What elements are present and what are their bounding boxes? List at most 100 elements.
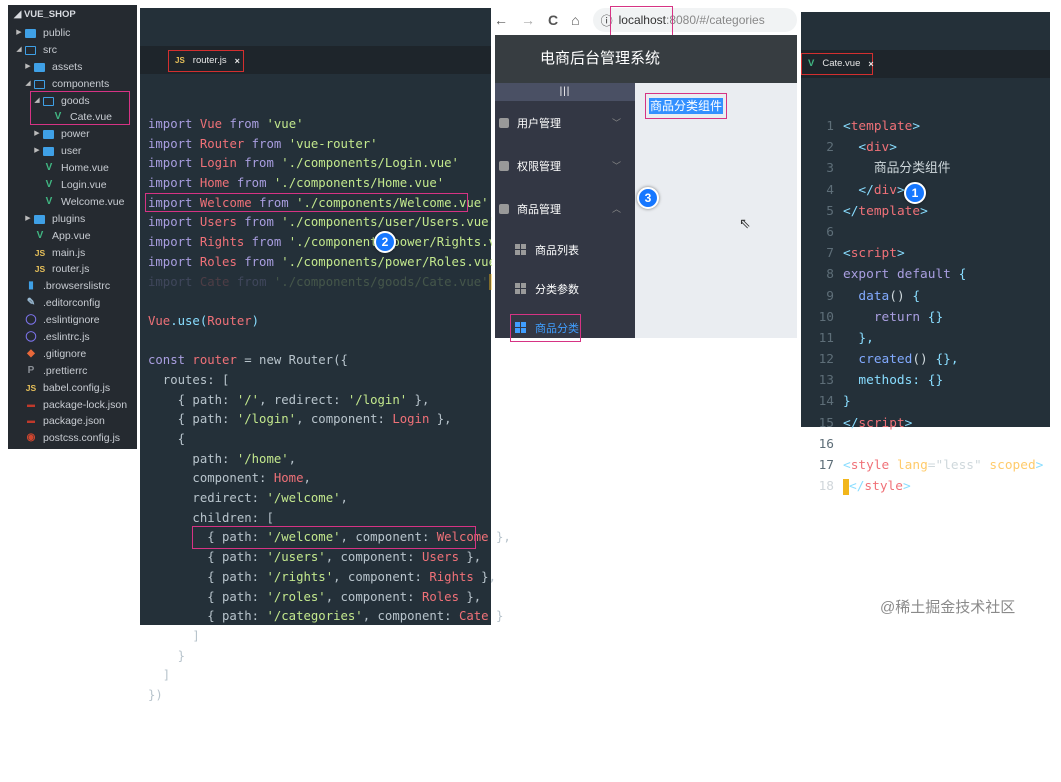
tab-router-js[interactable]: JS router.js × bbox=[168, 50, 244, 72]
sidebar: ||| 用户管理 ﹀ 权限管理 ﹀ 商品管理 ︿ 商品列表 分类参数 商品分类 bbox=[495, 83, 635, 342]
line-number: 2 bbox=[826, 140, 834, 156]
code-area[interactable]: 1 <template> 2 <div> 3 商品分类组件 4 </div> 5 </tem… bbox=[801, 116, 1050, 497]
code-token: Login bbox=[199, 156, 245, 171]
code-token: div bbox=[873, 182, 897, 198]
tree-item-assets[interactable]: ▶ assets bbox=[8, 59, 137, 76]
tree-item-plugins[interactable]: ▶ plugins bbox=[8, 211, 137, 228]
file-explorer: ◢ VUE_SHOP ▶ public ◢ src ▶ assets ◢ components… bbox=[8, 5, 137, 449]
code-token: '/categories' bbox=[266, 609, 363, 624]
tree-item-label: plugins bbox=[52, 212, 86, 225]
code-line: 1 <template> bbox=[801, 116, 1050, 137]
tree-item-eslintrc-js[interactable]: ◯ .eslintrc.js bbox=[8, 329, 137, 346]
code-token: < bbox=[843, 119, 851, 134]
tree-item-label: .eslintignore bbox=[43, 314, 100, 327]
menu-item[interactable]: 商品管理 ︿ bbox=[495, 187, 635, 230]
code-line: import Vue from 'vue' bbox=[140, 115, 491, 135]
menu-item[interactable]: 权限管理 ﹀ bbox=[495, 144, 635, 187]
tree-item-src[interactable]: ◢ src bbox=[8, 42, 137, 59]
chevron-icon[interactable]: ▶ bbox=[23, 59, 33, 76]
file-icon: ▮ bbox=[28, 280, 34, 292]
tree-item-package-lock-json[interactable]: ▬ package-lock.json bbox=[8, 397, 137, 414]
forward-icon[interactable]: → bbox=[521, 12, 535, 28]
code-line: 18 </style> bbox=[801, 476, 1050, 497]
chevron-icon[interactable]: ▶ bbox=[32, 126, 42, 143]
sidebar-toggle[interactable]: ||| bbox=[495, 83, 635, 101]
code-line: 17 <style lang="less" scoped> bbox=[801, 455, 1050, 476]
tree-item-editorconfig[interactable]: ✎ .editorconfig bbox=[8, 295, 137, 312]
chevron-icon[interactable]: ▶ bbox=[23, 211, 33, 228]
code-token: { path: bbox=[148, 550, 267, 565]
code-token: < bbox=[843, 458, 851, 473]
code-line: 13 methods: {} bbox=[801, 370, 1050, 391]
line-number: 11 bbox=[818, 330, 834, 346]
submenu-item[interactable]: 分类参数 bbox=[495, 269, 635, 308]
tree-item-user[interactable]: ▶ user bbox=[8, 143, 137, 160]
code-line: path: '/home', bbox=[140, 450, 491, 470]
chevron-icon[interactable]: ▶ bbox=[14, 25, 24, 42]
chevron-icon[interactable]: ▶ bbox=[32, 143, 42, 160]
code-line: 3 商品分类组件 bbox=[801, 158, 1050, 179]
code-token: }, bbox=[458, 550, 482, 565]
code-token: return bbox=[843, 309, 928, 325]
code-token: Cate bbox=[199, 274, 237, 289]
code-token: { bbox=[148, 432, 186, 446]
code-token: = new Router({ bbox=[244, 353, 348, 368]
code-token: './components/Home.vue' bbox=[273, 176, 445, 191]
submenu-item[interactable]: 商品列表 bbox=[495, 230, 635, 269]
code-token: from bbox=[251, 136, 289, 151]
highlight-box-goods bbox=[30, 91, 130, 125]
tree-item-postcss-config-js[interactable]: ◉ postcss.config.js bbox=[8, 430, 137, 447]
line-number: 10 bbox=[818, 309, 834, 325]
submenu-item[interactable]: 商品分类 bbox=[495, 308, 635, 347]
code-token: script bbox=[850, 246, 897, 262]
code-token: { path: bbox=[148, 392, 237, 407]
tree-item-browserslistrc[interactable]: ▮ .browserslistrc bbox=[8, 278, 137, 295]
reload-icon[interactable]: C bbox=[548, 12, 558, 28]
code-token: '/welcome' bbox=[266, 491, 341, 506]
code-token: router bbox=[192, 353, 245, 368]
git-icon: ◆ bbox=[27, 347, 35, 359]
code-line: 7 <script> bbox=[801, 243, 1050, 264]
tree-item-login-vue[interactable]: V Login.vue bbox=[8, 177, 137, 194]
close-icon[interactable]: × bbox=[868, 53, 873, 75]
code-token: created bbox=[843, 352, 913, 368]
menu-item[interactable]: 用户管理 ﹀ bbox=[495, 101, 635, 144]
tree-item-router-js[interactable]: JS router.js bbox=[8, 261, 137, 278]
tree-item-eslintignore[interactable]: ◯ .eslintignore bbox=[8, 312, 137, 329]
code-token: children: [ bbox=[148, 510, 274, 525]
tree-item-app-vue[interactable]: V App.vue bbox=[8, 228, 137, 245]
code-line: 6 bbox=[801, 222, 1050, 243]
line-number: 7 bbox=[826, 246, 834, 262]
tree-item-label: App.vue bbox=[52, 229, 91, 242]
tree-item-public[interactable]: ▶ public bbox=[8, 25, 137, 42]
line-number: 9 bbox=[826, 288, 834, 304]
code-token: routes: [ bbox=[148, 372, 230, 387]
tree-item-package-json[interactable]: ▬ package.json bbox=[8, 413, 137, 430]
tree-item-power[interactable]: ▶ power bbox=[8, 126, 137, 143]
code-token: ] bbox=[148, 628, 200, 643]
eslint-icon: ◯ bbox=[25, 331, 37, 343]
code-token: Router bbox=[207, 313, 252, 328]
code-token: '/rights' bbox=[266, 569, 334, 584]
tree-item-prettierrc[interactable]: P .prettierrc bbox=[8, 363, 137, 380]
home-icon[interactable]: ⌂ bbox=[571, 12, 579, 28]
tree-item-main-js[interactable]: JS main.js bbox=[8, 245, 137, 262]
watermark: @稀土掘金技术社区 bbox=[880, 599, 1016, 616]
code-line: 15 </script> bbox=[801, 413, 1050, 434]
prettier-icon: P bbox=[27, 364, 35, 376]
code-line: 10 return {} bbox=[801, 307, 1050, 328]
tree-item-babel-config-js[interactable]: JS babel.config.js bbox=[8, 380, 137, 397]
code-token: > bbox=[889, 140, 897, 156]
grid-icon bbox=[515, 244, 526, 255]
chevron-icon[interactable]: ◢ bbox=[14, 42, 24, 59]
tree-item-gitignore[interactable]: ◆ .gitignore bbox=[8, 346, 137, 363]
back-icon[interactable]: ← bbox=[494, 12, 508, 28]
tree-item-label: assets bbox=[52, 60, 83, 73]
cate-editor: V Cate.vue × 1 <template> 2 <div> 3 商品分类组件 4… bbox=[801, 12, 1050, 495]
code-line: import Rights from './components/power/R… bbox=[140, 233, 518, 253]
tree-item-welcome-vue[interactable]: V Welcome.vue bbox=[8, 194, 137, 211]
tree-item-home-vue[interactable]: V Home.vue bbox=[8, 160, 137, 177]
close-icon[interactable]: × bbox=[235, 50, 240, 72]
code-token: data bbox=[843, 288, 890, 304]
tab-cate-vue[interactable]: V Cate.vue × bbox=[801, 53, 874, 75]
